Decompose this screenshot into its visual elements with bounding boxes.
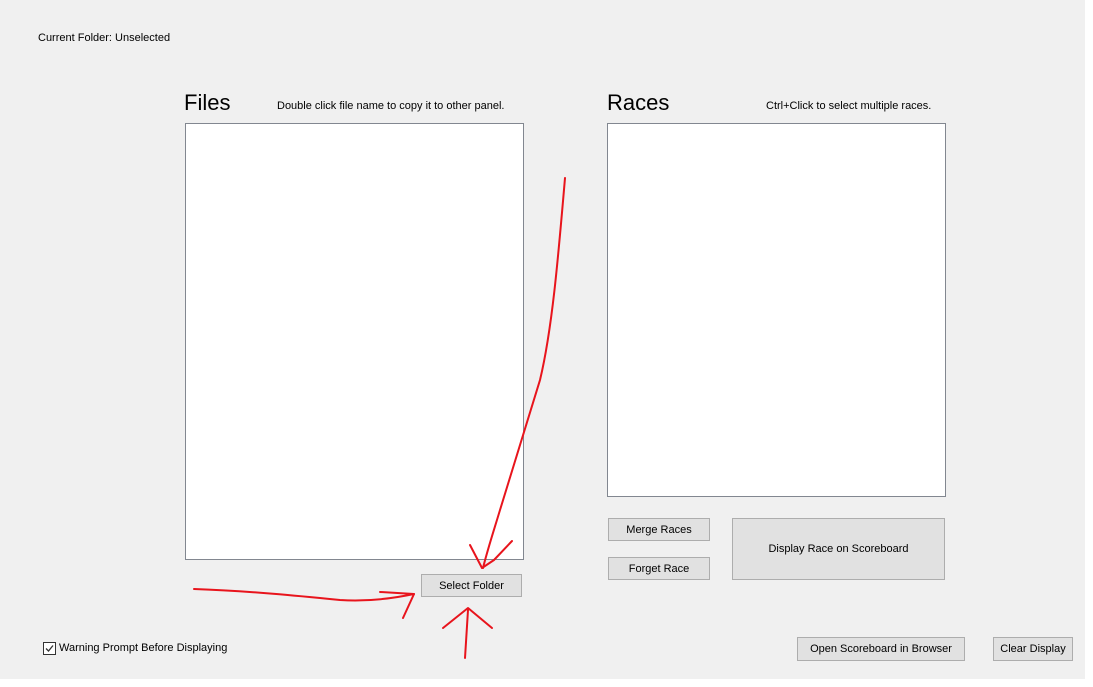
races-listbox[interactable] [607,123,946,497]
forget-race-button[interactable]: Forget Race [608,557,710,580]
open-scoreboard-browser-button[interactable]: Open Scoreboard in Browser [797,637,965,661]
current-folder-label: Current Folder: Unselected [38,32,171,44]
clear-display-button[interactable]: Clear Display [993,637,1073,661]
warning-prompt-label: Warning Prompt Before Displaying [59,642,228,654]
window-edge-right [1085,0,1093,687]
files-hint: Double click file name to copy it to oth… [277,100,505,112]
warning-prompt-option[interactable]: Warning Prompt Before Displaying [43,642,227,655]
checkmark-icon [45,645,54,652]
arrow-right-stroke [193,588,415,602]
races-title: Races [607,90,670,115]
window-edge-bottom [0,679,1093,687]
arrow-up-head [442,607,493,629]
files-title: Files [184,90,231,115]
files-listbox[interactable] [185,123,524,560]
merge-races-button[interactable]: Merge Races [608,518,710,541]
warning-prompt-checkbox[interactable] [43,642,56,655]
arrow-up-stroke [464,609,469,659]
races-hint: Ctrl+Click to select multiple races. [766,100,932,112]
display-race-button[interactable]: Display Race on Scoreboard [732,518,945,580]
arrow-right-head [379,591,415,619]
select-folder-button[interactable]: Select Folder [421,574,522,597]
app-window: Current Folder: Unselected Files Double … [0,0,1093,687]
